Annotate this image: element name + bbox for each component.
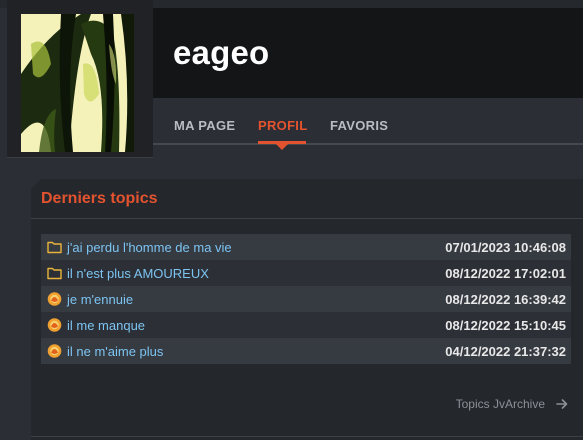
topic-date: 08/12/2022 16:39:42 [445,291,566,307]
topics-list: j'ai perdu l'homme de ma vie 07/01/2023 … [41,234,571,364]
panel-bottom-divider [31,436,583,437]
topic-title-link[interactable]: il n'est plus AMOUREUX [67,266,209,281]
panel-divider [31,218,583,219]
topic-date: 04/12/2022 21:37:32 [445,343,566,359]
folder-icon [47,241,62,254]
topic-date: 08/12/2022 17:02:01 [445,265,566,281]
tab-favoris[interactable]: FAVORIS [330,118,388,133]
topic-row[interactable]: je m'ennuie 08/12/2022 16:39:42 [41,286,571,312]
topic-row[interactable]: il ne m'aime plus 04/12/2022 21:37:32 [41,338,571,364]
profile-username: eageo [173,34,270,71]
topic-title-link[interactable]: il me manque [67,318,145,333]
topic-title-link[interactable]: je m'ennuie [67,292,133,307]
topics-jvarchive-link[interactable]: Topics JvArchive [456,397,545,411]
topic-row[interactable]: il me manque 08/12/2022 15:10:45 [41,312,571,338]
topic-row[interactable]: j'ai perdu l'homme de ma vie 07/01/2023 … [41,234,571,260]
avatar-image [21,14,134,152]
arrow-right-icon[interactable] [556,398,568,410]
tab-profil[interactable]: PROFIL [258,118,307,133]
panel-title: Derniers topics [41,190,158,207]
active-tab-caret [276,144,288,150]
topic-title-link[interactable]: j'ai perdu l'homme de ma vie [67,240,232,255]
topic-date: 08/12/2022 15:10:45 [445,317,566,333]
tab-ma-page[interactable]: MA PAGE [174,118,235,133]
nav-divider [153,143,583,145]
topic-row[interactable]: il n'est plus AMOUREUX 08/12/2022 17:02:… [41,260,571,286]
hot-topic-icon [47,344,62,358]
hot-topic-icon [47,318,62,332]
topic-title-link[interactable]: il ne m'aime plus [67,344,163,359]
hot-topic-icon [47,292,62,306]
avatar [21,14,134,152]
folder-icon [47,267,62,280]
topic-date: 07/01/2023 10:46:08 [445,239,566,255]
